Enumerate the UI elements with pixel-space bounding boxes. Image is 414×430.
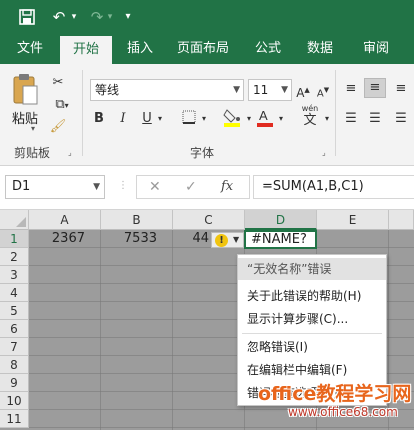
font-size-value: 11 [253, 83, 269, 97]
svg-text:A: A [259, 108, 268, 123]
phonetic-dropdown-icon[interactable]: ▾ [322, 110, 332, 128]
column-header-e[interactable]: E [317, 210, 389, 230]
align-right-icon[interactable]: ☰ [392, 110, 410, 128]
row-header-9[interactable]: 9 [0, 374, 29, 392]
font-color-icon[interactable]: A [256, 107, 274, 133]
font-color-dropdown-icon[interactable]: ▾ [276, 110, 286, 128]
phonetic-label: wén [301, 104, 319, 113]
border-icon[interactable] [180, 110, 198, 130]
row-header-5[interactable]: 5 [0, 302, 29, 320]
row-header-6[interactable]: 6 [0, 320, 29, 338]
row-header-2[interactable]: 2 [0, 248, 29, 266]
undo-dropdown-icon[interactable]: ▾ [68, 7, 80, 27]
font-name-select[interactable]: 等线 ▼ [90, 79, 244, 101]
underline-button[interactable]: U [140, 110, 154, 128]
decrease-font-icon[interactable]: A▼ [316, 81, 330, 103]
name-box-value: D1 [12, 179, 31, 194]
menu-item-edit-in-formula-bar[interactable]: 在编辑栏中编辑(F) [238, 359, 386, 381]
enter-icon[interactable]: ✓ [185, 178, 197, 196]
name-box[interactable]: D1 ▼ [5, 175, 105, 199]
tab-review[interactable]: 审阅 [354, 34, 398, 64]
insert-function-button[interactable]: fx [221, 178, 233, 196]
menu-header: “无效名称”错误 [238, 258, 386, 280]
tab-home[interactable]: 开始 [60, 36, 112, 64]
align-top-icon[interactable]: ≡ [342, 80, 360, 98]
watermark-url: www.office68.com [288, 405, 398, 419]
border-dropdown-icon[interactable]: ▾ [199, 110, 209, 128]
formula-bar-grip-icon[interactable]: ⋮ [118, 180, 128, 191]
clipboard-group-label: 剪贴板 [14, 146, 51, 160]
format-painter-icon[interactable]: 🖌 [48, 118, 68, 136]
cell-c1[interactable]: 44 [185, 230, 209, 248]
increase-font-icon[interactable]: A▲ [296, 81, 310, 102]
formula-input[interactable]: =SUM(A1,B,C1) [253, 175, 414, 199]
row-header-3[interactable]: 3 [0, 266, 29, 284]
formula-buttons: ✕ ✓ fx [136, 175, 250, 199]
row-header-1[interactable]: 1 [0, 230, 29, 248]
tab-page-layout[interactable]: 页面布局 [170, 34, 236, 64]
row-header-4[interactable]: 4 [0, 284, 29, 302]
font-name-value: 等线 [95, 83, 120, 97]
align-middle-icon[interactable]: ≡ [364, 78, 386, 98]
cancel-icon[interactable]: ✕ [149, 178, 161, 196]
ribbon-tabs: 文件 开始 插入 页面布局 公式 数据 审阅 [0, 34, 414, 64]
phonetic-char: 文 [303, 113, 317, 128]
align-center-icon[interactable]: ☰ [366, 110, 384, 128]
chevron-down-icon: ▼ [281, 85, 288, 95]
italic-button[interactable]: I [116, 110, 130, 128]
menu-item-ignore[interactable]: 忽略错误(I) [238, 336, 386, 358]
cut-icon[interactable]: ✂ [48, 74, 68, 92]
group-divider [335, 70, 336, 156]
column-header-f[interactable] [389, 210, 414, 230]
fill-color-icon[interactable] [222, 107, 242, 133]
menu-divider [242, 333, 382, 334]
phonetic-icon[interactable]: wén 文 [298, 104, 322, 128]
chevron-down-icon: ▼ [233, 85, 240, 95]
group-divider [82, 70, 83, 156]
column-header-c[interactable]: C [173, 210, 245, 230]
underline-dropdown-icon[interactable]: ▾ [155, 110, 165, 128]
font-group-label: 字体 [190, 146, 215, 160]
clipboard-launcher-icon[interactable]: ⌟ [68, 148, 72, 157]
chevron-down-icon: ▼ [93, 182, 100, 192]
font-size-select[interactable]: 11 ▼ [248, 79, 292, 101]
menu-item-show-steps[interactable]: 显示计算步骤(C)... [238, 308, 386, 330]
row-header-11[interactable]: 11 [0, 410, 29, 428]
select-all-corner[interactable] [0, 210, 29, 230]
cell-d1[interactable]: #NAME? [244, 230, 317, 249]
formula-bar: D1 ▼ ⋮ ✕ ✓ fx =SUM(A1,B,C1) [0, 166, 414, 210]
align-left-icon[interactable]: ☰ [342, 110, 360, 128]
row-header-7[interactable]: 7 [0, 338, 29, 356]
redo-dropdown-icon[interactable]: ▾ [104, 7, 116, 27]
paste-icon[interactable] [10, 72, 40, 108]
font-launcher-icon[interactable]: ⌟ [322, 148, 326, 157]
column-header-d[interactable]: D [245, 210, 317, 230]
fill-dropdown-icon[interactable]: ▾ [244, 110, 254, 128]
bold-button[interactable]: B [92, 110, 106, 128]
tab-data[interactable]: 数据 [298, 34, 342, 64]
tab-insert[interactable]: 插入 [118, 34, 162, 64]
copy-icon[interactable]: ⧉▾ [48, 96, 76, 115]
row-header-8[interactable]: 8 [0, 356, 29, 374]
error-indicator-button[interactable]: ! ▼ [211, 232, 244, 248]
watermark-title: office教程学习网 [258, 383, 412, 405]
cell-a1[interactable]: 2367 [45, 230, 85, 248]
menu-item-help[interactable]: 关于此错误的帮助(H) [238, 285, 386, 307]
column-header-a[interactable]: A [29, 210, 101, 230]
paste-dropdown-icon[interactable]: ▾ [31, 124, 35, 133]
undo-icon[interactable]: ↶ [48, 7, 70, 27]
cell-b1[interactable]: 7533 [117, 230, 157, 248]
align-bottom-icon[interactable]: ≡ [392, 80, 410, 98]
tab-file[interactable]: 文件 [8, 34, 52, 64]
column-header-b[interactable]: B [101, 210, 173, 230]
save-icon[interactable] [16, 7, 38, 27]
row-header-10[interactable]: 10 [0, 392, 29, 410]
title-bar: ↶ ▾ ↷ ▾ ▾ [0, 0, 414, 34]
ribbon-home: 粘贴 ▾ ✂ ⧉▾ 🖌 剪贴板 ⌟ 等线 ▼ 11 ▼ A▲ A▼ B I U … [0, 64, 414, 166]
tab-formulas[interactable]: 公式 [246, 34, 290, 64]
chevron-down-icon: ▼ [233, 235, 240, 244]
warning-icon: ! [215, 234, 228, 247]
customize-toolbar-button[interactable]: ▾ [122, 7, 134, 27]
